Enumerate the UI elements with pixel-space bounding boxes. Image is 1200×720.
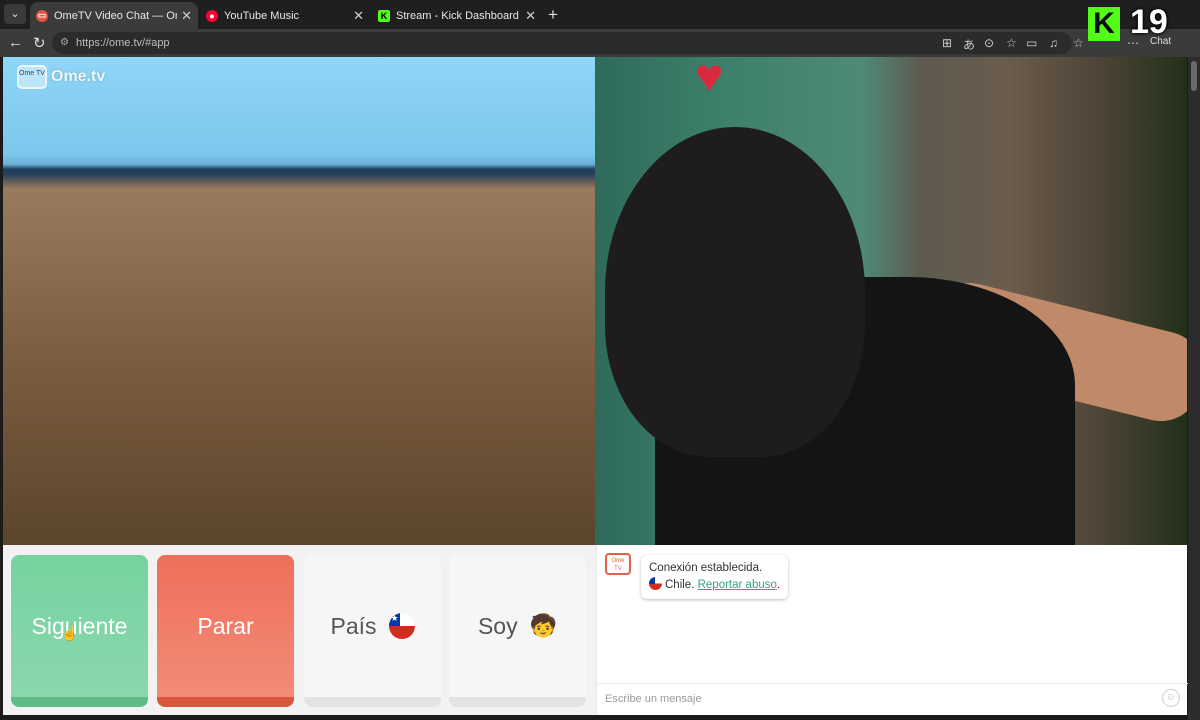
- country-button[interactable]: País ★: [304, 555, 441, 707]
- tab-title: YouTube Music: [224, 9, 300, 22]
- heart-graffiti: ♥: [695, 57, 724, 103]
- tv-icon: Ome TV: [17, 65, 47, 89]
- person-head: [605, 127, 865, 457]
- site-info-icon[interactable]: ⚙: [60, 32, 69, 54]
- emoji-icon[interactable]: ☺: [1162, 689, 1180, 707]
- next-button[interactable]: Siguiente ☝: [11, 555, 148, 707]
- viewer-count: 19: [1130, 3, 1168, 41]
- chile-flag-icon: [649, 577, 662, 590]
- back-icon[interactable]: ←: [8, 34, 23, 51]
- message-input[interactable]: Escribe un mensaje ☺: [597, 683, 1188, 713]
- tab-kick-dashboard[interactable]: K Stream - Kick Dashboard ✕: [372, 2, 542, 29]
- next-label: Siguiente: [31, 612, 128, 639]
- kick-viewer-overlay: K 19: [1086, 3, 1198, 45]
- more-page-icon[interactable]: ⊙: [984, 36, 994, 50]
- favorite-star-icon[interactable]: ☆: [1006, 36, 1017, 50]
- message-placeholder: Escribe un mensaje: [605, 693, 702, 705]
- page-scrollbar[interactable]: [1188, 57, 1200, 720]
- new-tab-button[interactable]: +: [548, 5, 558, 25]
- report-suffix: .: [776, 579, 781, 591]
- address-bar: ← ↻ ⚙ https://ome.tv/#app ⊞ あ ⊙ ☆ ▭ ♫ ☆ …: [0, 29, 1200, 57]
- youtube-music-icon: ●: [206, 9, 218, 22]
- url-field[interactable]: ⚙ https://ome.tv/#app: [52, 32, 1072, 54]
- ometv-logo[interactable]: Ome TV Ome.tv: [17, 65, 105, 89]
- chat-panel: Ome TV Conexión establecida. Chile. Repo…: [596, 545, 1188, 715]
- close-tab-icon[interactable]: ✕: [353, 8, 364, 24]
- apps-icon[interactable]: ⊞: [942, 36, 952, 50]
- ometv-favicon-icon: ▭: [36, 9, 48, 22]
- scrollbar-thumb[interactable]: [1191, 61, 1197, 91]
- tab-list-button[interactable]: ⌄: [4, 4, 26, 24]
- hand-cursor-icon: ☝: [61, 625, 79, 641]
- kick-logo: K: [1088, 7, 1120, 41]
- gender-label: Soy: [477, 612, 518, 639]
- translate-icon[interactable]: あ: [963, 36, 975, 53]
- tab-ometv[interactable]: ▭ OmeTV Video Chat — Omegle ✕: [30, 2, 198, 29]
- country-text: Chile.: [665, 579, 695, 591]
- kick-icon: K: [378, 9, 390, 22]
- remote-video: ♥: [595, 57, 1187, 545]
- tab-bar: ⌄ ▭ OmeTV Video Chat — Omegle ✕ ● YouTub…: [0, 0, 1200, 29]
- tab-title: Stream - Kick Dashboard: [396, 9, 519, 22]
- close-tab-icon[interactable]: ✕: [181, 8, 192, 24]
- camera-icon[interactable]: ▭: [1026, 36, 1037, 50]
- controls-panel: Siguiente ☝ Parar País ★ Soy 🧒 Ome TV Co…: [3, 545, 1188, 715]
- stop-button[interactable]: Parar: [157, 555, 294, 707]
- report-abuse-link[interactable]: Reportar abuso: [698, 579, 777, 591]
- tab-youtube-music[interactable]: ● YouTube Music ✕: [200, 2, 370, 29]
- chile-flag-icon: ★: [388, 613, 415, 639]
- ometv-chat-icon: Ome TV: [605, 553, 631, 575]
- country-label: País: [330, 612, 377, 639]
- extensions-icon[interactable]: ♫: [1049, 36, 1058, 50]
- reload-icon[interactable]: ↻: [33, 34, 46, 52]
- stop-label: Parar: [197, 612, 254, 639]
- tab-title: OmeTV Video Chat — Omegle: [54, 9, 177, 22]
- gender-button[interactable]: Soy 🧒: [449, 555, 586, 707]
- url-text: https://ome.tv/#app: [76, 37, 170, 49]
- system-message: Conexión establecida. Chile. Reportar ab…: [641, 555, 789, 599]
- close-tab-icon[interactable]: ✕: [525, 8, 536, 24]
- country-line: Chile. Reportar abuso.: [649, 577, 780, 594]
- boy-face-icon: 🧒: [529, 613, 558, 638]
- logo-text: Ome.tv: [51, 68, 106, 85]
- page-content: Ome TV Ome.tv ♥ Siguiente ☝ Parar País ★…: [0, 57, 1200, 720]
- connected-text: Conexión establecida.: [649, 562, 763, 574]
- local-video: Ome TV Ome.tv: [3, 57, 595, 545]
- favorites-icon[interactable]: ☆: [1073, 36, 1084, 50]
